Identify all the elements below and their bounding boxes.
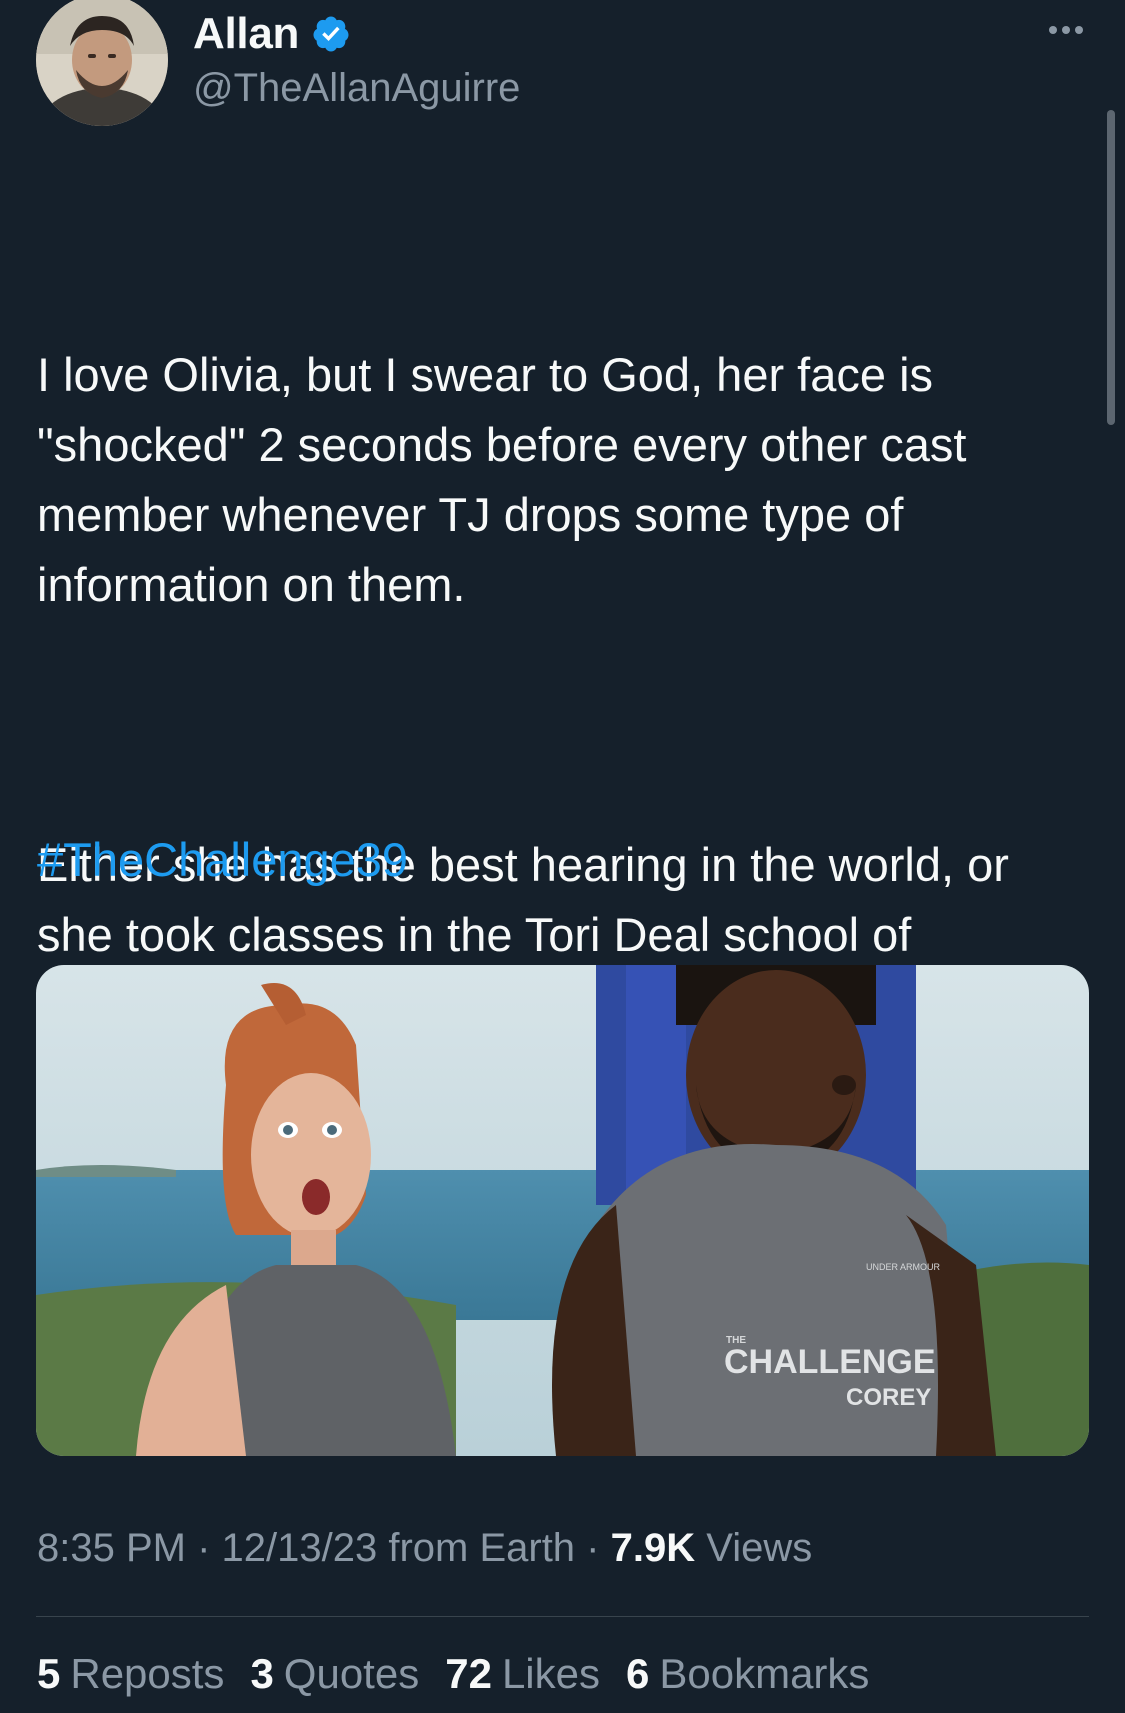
avatar[interactable]	[36, 0, 168, 126]
stat-likes[interactable]: 72 Likes	[445, 1650, 600, 1698]
tweet-detail: Allan @TheAllanAguirre I love Olivia, bu…	[0, 0, 1125, 1713]
tweet-date-location: 12/13/23 from Earth	[221, 1526, 576, 1570]
stat-count: 6	[626, 1650, 650, 1697]
stat-label: Reposts	[70, 1650, 225, 1697]
stat-label: Quotes	[283, 1650, 420, 1697]
stat-quotes[interactable]: 3 Quotes	[250, 1650, 419, 1698]
stat-bookmarks[interactable]: 6 Bookmarks	[626, 1650, 869, 1698]
stat-reposts[interactable]: 5 Reposts	[37, 1650, 224, 1698]
stat-label: Bookmarks	[659, 1650, 870, 1697]
shirt-name-text: COREY	[846, 1384, 931, 1411]
stat-label: Likes	[501, 1650, 600, 1697]
meta-separator: ·	[185, 1526, 222, 1570]
more-options-icon[interactable]	[1049, 26, 1083, 34]
stat-count: 5	[37, 1650, 61, 1697]
verified-badge-icon	[313, 16, 349, 52]
shirt-brand-text: UNDER ARMOUR	[866, 1262, 941, 1272]
engagement-stats: 5 Reposts 3 Quotes 72 Likes 6 Bookmarks	[37, 1650, 869, 1698]
name-row: Allan	[193, 8, 520, 60]
avatar-photo-icon	[36, 0, 168, 126]
divider	[36, 1616, 1089, 1617]
scrollbar[interactable]	[1107, 110, 1115, 425]
stat-count: 72	[445, 1650, 492, 1697]
views-label: Views	[706, 1526, 813, 1570]
tweet-paragraph: I love Olivia, but I swear to God, her f…	[37, 348, 980, 611]
tweet-media-image[interactable]: UNDER ARMOUR THE CHALLENGE COREY	[36, 965, 1089, 1456]
meta-separator: ·	[575, 1526, 611, 1570]
stat-count: 3	[250, 1650, 274, 1697]
display-name[interactable]: Allan	[193, 9, 299, 59]
shirt-title-text: CHALLENGE	[724, 1343, 936, 1381]
tweet-time[interactable]: 8:35 PM	[37, 1526, 186, 1570]
user-handle[interactable]: @TheAllanAguirre	[193, 66, 520, 111]
views-count: 7.9K	[610, 1526, 696, 1570]
author-header: Allan @TheAllanAguirre	[193, 8, 520, 111]
hashtag-link[interactable]: #TheChallenge39	[37, 825, 408, 895]
tweet-metadata: 8:35 PM · 12/13/23 from Earth · 7.9K Vie…	[37, 1526, 812, 1571]
